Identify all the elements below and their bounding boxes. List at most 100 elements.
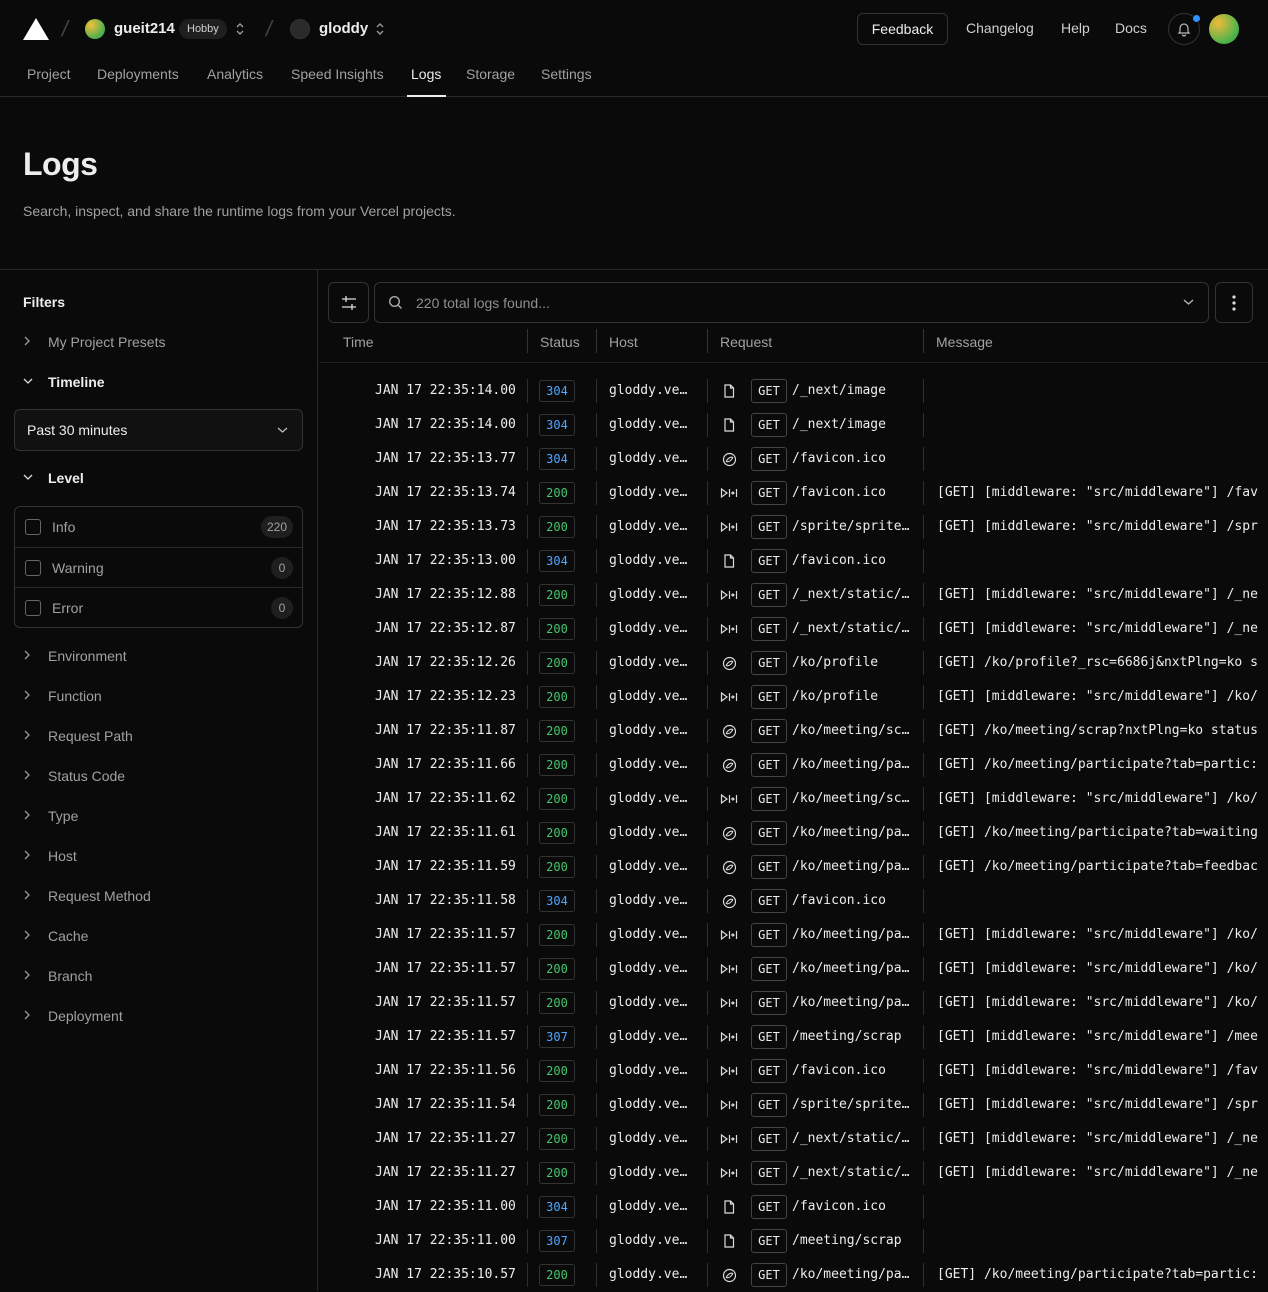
tab-logs[interactable]: Logs <box>411 66 441 82</box>
status-badge: 304 <box>539 550 575 572</box>
column-header-status[interactable]: Status <box>540 334 580 354</box>
table-row[interactable]: JAN 17 22:35:13.74 200 gloddy.ve… GET/favic… <box>319 476 1268 510</box>
table-row[interactable]: JAN 17 22:35:11.62 200 gloddy.ve… GET/ko/me… <box>319 782 1268 816</box>
column-header-message[interactable]: Message <box>936 334 993 354</box>
table-row[interactable]: JAN 17 22:35:11.27 200 gloddy.ve… GET /_next… <box>319 1122 1268 1156</box>
table-row[interactable]: JAN 17 22:35:11.00 307 gloddy.ve… GET/meeti… <box>319 1224 1268 1258</box>
table-row[interactable]: JAN 17 22:35:11.57 200 gloddy.ve… GET/ko/me… <box>319 952 1268 986</box>
level-error[interactable]: Error 0 <box>15 587 302 627</box>
table-row[interactable]: JAN 17 22:35:11.57 307 gloddy.ve… GET/meeti… <box>319 1020 1268 1054</box>
log-search-input[interactable]: 220 total logs found... <box>374 282 1209 323</box>
filter-timeline[interactable]: Timeline <box>23 372 105 392</box>
user-avatar[interactable] <box>1209 14 1239 44</box>
filter-my-project-presets[interactable]: My Project Presets <box>23 332 165 352</box>
table-row[interactable]: JAN 17 22:35:14.00 304 gloddy.ve… GET /_next… <box>319 374 1268 408</box>
tab-settings[interactable]: Settings <box>541 66 592 82</box>
cell-separator <box>596 515 597 539</box>
cell-separator <box>596 889 597 913</box>
table-row[interactable]: JAN 17 22:35:12.26 200 gloddy.ve… GET/ko/pr… <box>319 646 1268 680</box>
project-name[interactable]: gloddy <box>319 20 368 37</box>
vercel-logo-icon[interactable] <box>23 18 49 40</box>
filter-request-path[interactable]: Request Path <box>23 726 133 746</box>
filter-deployment[interactable]: Deployment <box>23 1006 123 1026</box>
filter-function[interactable]: Function <box>23 686 102 706</box>
notification-dot <box>1192 14 1201 23</box>
table-row[interactable]: JAN 17 22:35:12.87 200 gloddy.ve… GET /_next… <box>319 612 1268 646</box>
level-warning-checkbox[interactable] <box>25 559 41 576</box>
table-row[interactable]: JAN 17 22:35:11.87 200 gloddy.ve… GET/ko/me… <box>319 714 1268 748</box>
cell-separator <box>527 549 528 573</box>
level-warning[interactable]: Warning 0 <box>15 547 302 587</box>
docs-link[interactable]: Docs <box>1115 20 1147 36</box>
cell-separator <box>527 481 528 505</box>
column-header-time[interactable]: Time <box>343 334 374 354</box>
method-badge: GET <box>751 617 787 641</box>
level-info-checkbox[interactable] <box>25 519 41 535</box>
table-row[interactable]: JAN 17 22:35:14.00 304 gloddy.ve… GET /_next… <box>319 408 1268 442</box>
tab-project[interactable]: Project <box>27 66 71 82</box>
filter-environment[interactable]: Environment <box>23 646 127 666</box>
more-options-button[interactable] <box>1215 282 1253 323</box>
filter-label: Environment <box>48 648 127 664</box>
log-message: [GET] [middleware: "src/middleware"] /ko… <box>937 961 1258 976</box>
log-host: gloddy.ve… <box>609 485 688 500</box>
cell-separator <box>527 1025 528 1049</box>
chevron-right-icon <box>23 930 35 943</box>
help-link[interactable]: Help <box>1061 20 1090 36</box>
table-row[interactable]: JAN 17 22:35:13.77 304 gloddy.ve… GET/favic… <box>319 442 1268 476</box>
team-avatar[interactable] <box>85 19 105 39</box>
toggle-filters-button[interactable] <box>328 282 369 323</box>
log-host: gloddy.ve… <box>609 859 688 874</box>
status-badge: 304 <box>539 448 575 470</box>
table-row[interactable]: JAN 17 22:35:11.57 200 gloddy.ve… GET/ko/me… <box>319 918 1268 952</box>
table-row[interactable]: JAN 17 22:35:11.54 200 gloddy.ve… GET/sprit… <box>319 1088 1268 1122</box>
log-host: gloddy.ve… <box>609 961 688 976</box>
filter-status-code[interactable]: Status Code <box>23 766 125 786</box>
table-row[interactable]: JAN 17 22:35:11.56 200 gloddy.ve… GET/favic… <box>319 1054 1268 1088</box>
project-avatar[interactable] <box>290 19 310 39</box>
column-header-request[interactable]: Request <box>720 334 772 354</box>
filter-request-method[interactable]: Request Method <box>23 886 151 906</box>
log-host: gloddy.ve… <box>609 995 688 1010</box>
cell-separator <box>923 447 924 471</box>
table-row[interactable]: JAN 17 22:35:11.58 304 gloddy.ve… GET/favic… <box>319 884 1268 918</box>
cell-separator <box>707 447 708 471</box>
tab-deployments[interactable]: Deployments <box>97 66 179 82</box>
table-row[interactable]: JAN 17 22:35:11.61 200 gloddy.ve… GET/ko/me… <box>319 816 1268 850</box>
tab-storage[interactable]: Storage <box>466 66 515 82</box>
tab-speed-insights[interactable]: Speed Insights <box>291 66 384 82</box>
chevron-down-icon <box>23 472 35 484</box>
table-row[interactable]: JAN 17 22:35:11.27 200 gloddy.ve… GET /_next… <box>319 1156 1268 1190</box>
filter-type[interactable]: Type <box>23 806 78 826</box>
table-row[interactable]: JAN 17 22:35:13.00 304 gloddy.ve… GET/favic… <box>319 544 1268 578</box>
chevron-down-icon[interactable] <box>1183 293 1194 309</box>
filter-level[interactable]: Level <box>23 468 84 488</box>
table-row[interactable]: JAN 17 22:35:12.88 200 gloddy.ve… GET /_next… <box>319 578 1268 612</box>
filter-cache[interactable]: Cache <box>23 926 88 946</box>
project-switcher-chevron-icon[interactable] <box>374 21 386 37</box>
column-header-host[interactable]: Host <box>609 334 638 354</box>
table-row[interactable]: JAN 17 22:35:11.66 200 gloddy.ve… GET/ko/me… <box>319 748 1268 782</box>
table-row[interactable]: JAN 17 22:35:11.57 200 gloddy.ve… GET/ko/me… <box>319 986 1268 1020</box>
filter-host[interactable]: Host <box>23 846 77 866</box>
cell-separator <box>923 787 924 811</box>
table-row[interactable]: JAN 17 22:35:12.23 200 gloddy.ve… GET/ko/pr… <box>319 680 1268 714</box>
level-error-checkbox[interactable] <box>25 599 41 616</box>
log-time: JAN 17 22:35:11.58 <box>375 893 516 908</box>
changelog-link[interactable]: Changelog <box>966 20 1034 36</box>
timeline-select[interactable]: Past 30 minutes <box>14 409 303 451</box>
team-name[interactable]: gueit214 <box>114 20 175 37</box>
filter-branch[interactable]: Branch <box>23 966 92 986</box>
level-info[interactable]: Info 220 <box>15 507 302 547</box>
table-row[interactable]: JAN 17 22:35:10.57 200 gloddy.ve… GET/ko/me… <box>319 1258 1268 1292</box>
feedback-button[interactable]: Feedback <box>857 13 948 45</box>
table-row[interactable]: JAN 17 22:35:13.73 200 gloddy.ve… GET/sprit… <box>319 510 1268 544</box>
tab-analytics[interactable]: Analytics <box>207 66 263 82</box>
table-row[interactable]: JAN 17 22:35:11.00 304 gloddy.ve… GET/favic… <box>319 1190 1268 1224</box>
request-path: /_next/static/… <box>792 1165 910 1180</box>
cell-separator <box>596 753 597 777</box>
table-row[interactable]: JAN 17 22:35:11.59 200 gloddy.ve… GET/ko/me… <box>319 850 1268 884</box>
status-badge: 200 <box>539 686 575 708</box>
team-switcher-chevron-icon[interactable] <box>234 21 246 37</box>
middleware-icon <box>719 1097 739 1113</box>
